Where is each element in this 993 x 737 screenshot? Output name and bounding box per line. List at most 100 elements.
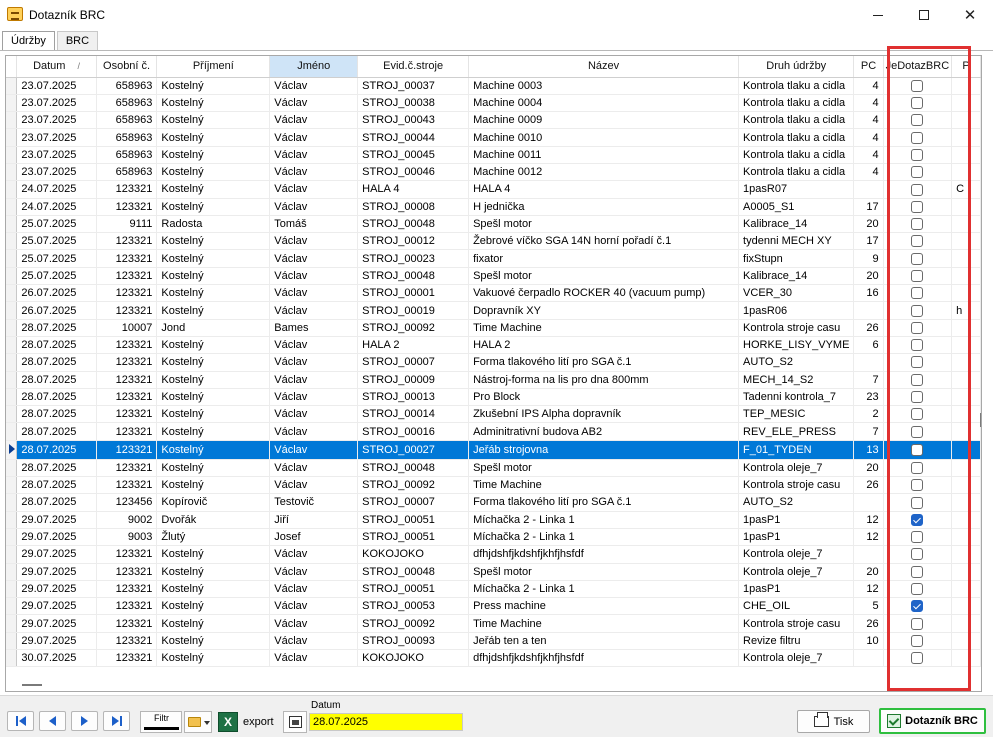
table-row[interactable]: 26.07.2025 123321 Kostelný Václav STROJ_0001…	[6, 301, 981, 320]
cell-druh[interactable]: Kontrola oleje_7	[738, 563, 855, 581]
cell-druh[interactable]: Kontrola stroje casu	[738, 614, 855, 633]
cell-datum[interactable]: 23.07.2025	[16, 163, 97, 182]
cell-p[interactable]	[951, 493, 981, 512]
cell-nazev[interactable]: Forma tlakového lití pro SGA č.1	[468, 493, 740, 512]
cell-druh[interactable]: Kontrola stroje casu	[738, 319, 855, 337]
cell-pc[interactable]: 6	[853, 336, 884, 355]
cell-osobni[interactable]: 9003	[96, 528, 158, 547]
jedotazbrc-checkbox[interactable]	[911, 425, 924, 438]
column-header-nazev[interactable]: Název	[468, 56, 740, 78]
cell-prijmeni[interactable]: Kostelný	[156, 336, 271, 355]
table-row[interactable]: 23.07.2025 658963 Kostelný Václav STROJ_0004…	[6, 163, 981, 182]
cell-evid[interactable]: HALA 2	[357, 336, 470, 355]
cell-osobni[interactable]: 658963	[96, 111, 158, 130]
cell-datum[interactable]: 28.07.2025	[16, 476, 97, 495]
cell-datum[interactable]: 28.07.2025	[16, 319, 97, 337]
row-indicator[interactable]	[6, 128, 18, 147]
cell-jmeno[interactable]: Václav	[269, 597, 359, 616]
column-header-jmeno[interactable]: Jméno	[269, 56, 359, 78]
cell-pc[interactable]	[853, 353, 884, 372]
cell-datum[interactable]: 29.07.2025	[16, 511, 97, 529]
first-record-button[interactable]	[7, 711, 34, 731]
table-row[interactable]: 28.07.2025 123321 Kostelný Václav STROJ_0001…	[6, 405, 981, 424]
cell-pc[interactable]: 4	[853, 111, 884, 130]
table-row[interactable]: 28.07.2025 123321 Kostelný Václav STROJ_0002…	[6, 440, 981, 460]
cell-pc[interactable]: 26	[853, 614, 884, 633]
cell-prijmeni[interactable]: Kostelný	[156, 301, 271, 320]
jedotazbrc-checkbox[interactable]	[911, 148, 924, 161]
cell-nazev[interactable]: Machine 0011	[468, 146, 740, 164]
cell-prijmeni[interactable]: Kostelný	[156, 388, 271, 407]
cell-nazev[interactable]: Machine 0004	[468, 94, 740, 113]
table-row[interactable]: 29.07.2025 9002 Dvořák Jiří STROJ_00051 Mícha…	[6, 511, 981, 529]
row-indicator[interactable]	[6, 388, 18, 407]
cell-osobni[interactable]: 10007	[96, 319, 158, 337]
cell-druh[interactable]: Kontrola tlaku a cidla	[738, 77, 855, 95]
cell-druh[interactable]: 1pasP1	[738, 511, 855, 529]
cell-jmeno[interactable]: Václav	[269, 146, 359, 164]
cell-jmeno[interactable]: Václav	[269, 77, 359, 95]
cell-evid[interactable]: STROJ_00001	[357, 284, 470, 303]
cell-evid[interactable]: STROJ_00048	[357, 563, 470, 581]
previous-record-button[interactable]	[39, 711, 66, 731]
cell-nazev[interactable]: Jeřáb strojovna	[468, 440, 740, 460]
cell-datum[interactable]: 26.07.2025	[16, 301, 97, 320]
cell-pc[interactable]: 4	[853, 163, 884, 182]
jedotazbrc-checkbox[interactable]	[911, 408, 924, 421]
cell-p[interactable]	[951, 440, 981, 460]
cell-p[interactable]	[951, 632, 981, 651]
jedotazbrc-checkbox[interactable]	[911, 548, 924, 561]
jedotazbrc-checkbox[interactable]	[911, 513, 924, 526]
row-indicator[interactable]	[6, 319, 18, 337]
table-row[interactable]: 28.07.2025 123321 Kostelný Václav STROJ_0004…	[6, 459, 981, 478]
cell-evid[interactable]: STROJ_00051	[357, 580, 470, 599]
cell-evid[interactable]: STROJ_00051	[357, 511, 470, 529]
row-indicator[interactable]	[6, 77, 18, 95]
cell-prijmeni[interactable]: Kostelný	[156, 249, 271, 268]
cell-osobni[interactable]: 123321	[96, 476, 158, 495]
cell-nazev[interactable]: Time Machine	[468, 614, 740, 633]
cell-p[interactable]	[951, 649, 981, 668]
cell-prijmeni[interactable]: Kostelný	[156, 267, 271, 286]
cell-jmeno[interactable]: Václav	[269, 563, 359, 581]
cell-datum[interactable]: 26.07.2025	[16, 284, 97, 303]
cell-evid[interactable]: STROJ_00045	[357, 146, 470, 164]
cell-prijmeni[interactable]: Kostelný	[156, 128, 271, 147]
cell-druh[interactable]: AUTO_S2	[738, 493, 855, 512]
cell-druh[interactable]: Kontrola tlaku a cidla	[738, 94, 855, 113]
cell-osobni[interactable]: 123321	[96, 267, 158, 286]
cell-pc[interactable]: 4	[853, 146, 884, 164]
row-indicator[interactable]	[6, 511, 18, 529]
cell-osobni[interactable]: 658963	[96, 146, 158, 164]
cell-nazev[interactable]: Machine 0003	[468, 77, 740, 95]
table-row[interactable]: 23.07.2025 658963 Kostelný Václav STROJ_0003…	[6, 94, 981, 113]
cell-nazev[interactable]: Spešl motor	[468, 267, 740, 286]
cell-pc[interactable]: 20	[853, 563, 884, 581]
cell-evid[interactable]: KOKOJOKO	[357, 545, 470, 564]
cell-datum[interactable]: 28.07.2025	[16, 405, 97, 424]
cell-p[interactable]	[951, 422, 981, 441]
table-row[interactable]: 28.07.2025 10007 Jond Bames STROJ_00092 Time …	[6, 319, 981, 337]
cell-nazev[interactable]: Time Machine	[468, 476, 740, 495]
cell-evid[interactable]: STROJ_00009	[357, 371, 470, 389]
cell-nazev[interactable]: Zkušební IPS Alpha dopravník	[468, 405, 740, 424]
cell-p[interactable]	[951, 528, 981, 547]
cell-pc[interactable]	[853, 545, 884, 564]
row-indicator[interactable]	[6, 649, 18, 668]
cell-druh[interactable]: 1pasP1	[738, 580, 855, 599]
cell-prijmeni[interactable]: Kostelný	[156, 405, 271, 424]
cell-druh[interactable]: AUTO_S2	[738, 353, 855, 372]
row-indicator[interactable]	[6, 580, 18, 599]
cell-nazev[interactable]: Spešl motor	[468, 563, 740, 581]
cell-datum[interactable]: 23.07.2025	[16, 146, 97, 164]
cell-p[interactable]	[951, 336, 981, 355]
table-row[interactable]: 29.07.2025 123321 Kostelný Václav STROJ_0004…	[6, 563, 981, 581]
cell-p[interactable]	[951, 319, 981, 337]
cell-jmeno[interactable]: Václav	[269, 405, 359, 424]
cell-osobni[interactable]: 123321	[96, 614, 158, 633]
cell-druh[interactable]: HORKE_LISY_VYME	[738, 336, 855, 355]
table-row[interactable]: 26.07.2025 123321 Kostelný Václav STROJ_0000…	[6, 284, 981, 303]
cell-druh[interactable]: 1pasR07	[738, 180, 855, 199]
jedotazbrc-checkbox[interactable]	[911, 461, 924, 474]
cell-druh[interactable]: Kontrola tlaku a cidla	[738, 146, 855, 164]
